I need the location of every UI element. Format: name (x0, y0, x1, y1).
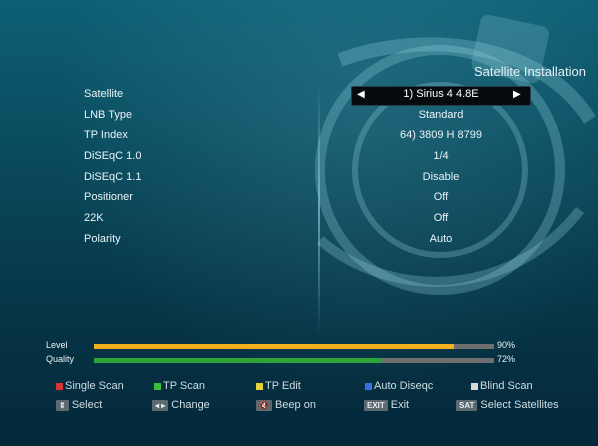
setting-label: Polarity (84, 232, 121, 245)
hint-label: Blind Scan (480, 380, 533, 392)
setting-value: 1) Sirius 4 4.8E (403, 88, 479, 100)
hint-label: Single Scan (65, 380, 124, 392)
up-down-arrows-icon: ⇕ (56, 399, 69, 411)
level-meter: Level 90% (0, 340, 598, 354)
hint-label: Change (171, 399, 210, 411)
hint-label: Beep on (274, 399, 316, 411)
level-label: Level (46, 340, 68, 350)
setting-value: Off (433, 212, 449, 225)
hint-label: Select Satellites (480, 399, 559, 411)
key-hint-row: ⇕ Select ◂ ▸ Change 🔇 Beep on EXIT Exit … (0, 399, 598, 418)
setting-value: Standard (418, 108, 464, 121)
setting-label: LNB Type (84, 108, 133, 121)
settings-list: Satellite ◀ 1) Sirius 4 4.8E ▶ LNB Type … (0, 86, 598, 252)
setting-row-lnb-type[interactable]: LNB Type Standard (0, 107, 598, 128)
setting-label: Positioner (84, 191, 133, 204)
hint-label: Select (71, 399, 103, 411)
color-key-row: Single Scan TP Scan TP Edit Auto Diseqc … (0, 380, 598, 399)
green-square-icon (154, 382, 161, 390)
auto-diseqc-hint[interactable]: Auto Diseqc (365, 380, 433, 392)
quality-bar-track (94, 358, 494, 363)
select-hint[interactable]: ⇕ Select (56, 399, 102, 411)
hint-label: Auto Diseqc (374, 380, 434, 392)
setting-row-polarity[interactable]: Polarity Auto (0, 231, 598, 252)
setting-label: Satellite (84, 88, 124, 100)
setting-label: DiSEqC 1.0 (84, 150, 142, 163)
tp-scan-hint[interactable]: TP Scan (154, 380, 205, 392)
hint-label: TP Edit (265, 380, 301, 392)
setting-value: 64) 3809 H 8799 (400, 129, 482, 142)
help-bar: Single Scan TP Scan TP Edit Auto Diseqc … (0, 380, 598, 418)
tv-screen: Satellite Installation Satellite ◀ 1) Si… (0, 0, 598, 446)
select-satellites-hint[interactable]: SAT Select Satellites (456, 399, 559, 411)
page-title: Satellite Installation (473, 64, 586, 79)
hint-label: Exit (390, 399, 410, 411)
exit-key-icon: EXIT (364, 399, 388, 411)
setting-row-diseqc-1-0[interactable]: DiSEqC 1.0 1/4 (0, 148, 598, 169)
white-square-icon (471, 382, 478, 390)
setting-row-tp-index[interactable]: TP Index 64) 3809 H 8799 (0, 127, 598, 148)
left-right-arrows-icon: ◂ ▸ (152, 399, 169, 411)
setting-label: 22K (84, 212, 104, 225)
setting-label: TP Index (84, 129, 128, 142)
quality-meter: Quality 72% (0, 354, 598, 368)
setting-row-diseqc-1-1[interactable]: DiSEqC 1.1 Disable (0, 169, 598, 190)
level-bar-track (94, 344, 494, 349)
setting-value: 1/4 (433, 150, 449, 163)
tp-edit-hint[interactable]: TP Edit (256, 380, 301, 392)
sat-key-icon: SAT (456, 399, 478, 411)
setting-value: Disable (422, 170, 460, 183)
yellow-square-icon (256, 382, 263, 390)
level-bar-fill (94, 344, 454, 349)
signal-meters: Level 90% Quality 72% (0, 340, 598, 368)
change-hint[interactable]: ◂ ▸ Change (152, 399, 210, 411)
arrow-right-icon[interactable]: ▶ (513, 89, 521, 100)
quality-percent: 72% (497, 354, 516, 364)
blind-scan-hint[interactable]: Blind Scan (471, 380, 533, 392)
quality-bar-fill (94, 358, 382, 363)
blue-square-icon (365, 382, 372, 390)
setting-row-22k[interactable]: 22K Off (0, 210, 598, 231)
red-square-icon (56, 382, 63, 390)
setting-value: Off (433, 191, 449, 204)
mute-icon: 🔇 (256, 399, 272, 411)
hint-label: TP Scan (163, 380, 205, 392)
setting-value: Auto (429, 232, 453, 245)
single-scan-hint[interactable]: Single Scan (56, 380, 124, 392)
exit-hint[interactable]: EXIT Exit (364, 399, 409, 411)
quality-label: Quality (46, 354, 75, 364)
setting-label: DiSEqC 1.1 (84, 170, 142, 183)
setting-row-positioner[interactable]: Positioner Off (0, 189, 598, 210)
beep-hint[interactable]: 🔇 Beep on (256, 399, 316, 411)
setting-row-satellite[interactable]: Satellite ◀ 1) Sirius 4 4.8E ▶ (0, 86, 598, 107)
level-percent: 90% (497, 340, 516, 350)
